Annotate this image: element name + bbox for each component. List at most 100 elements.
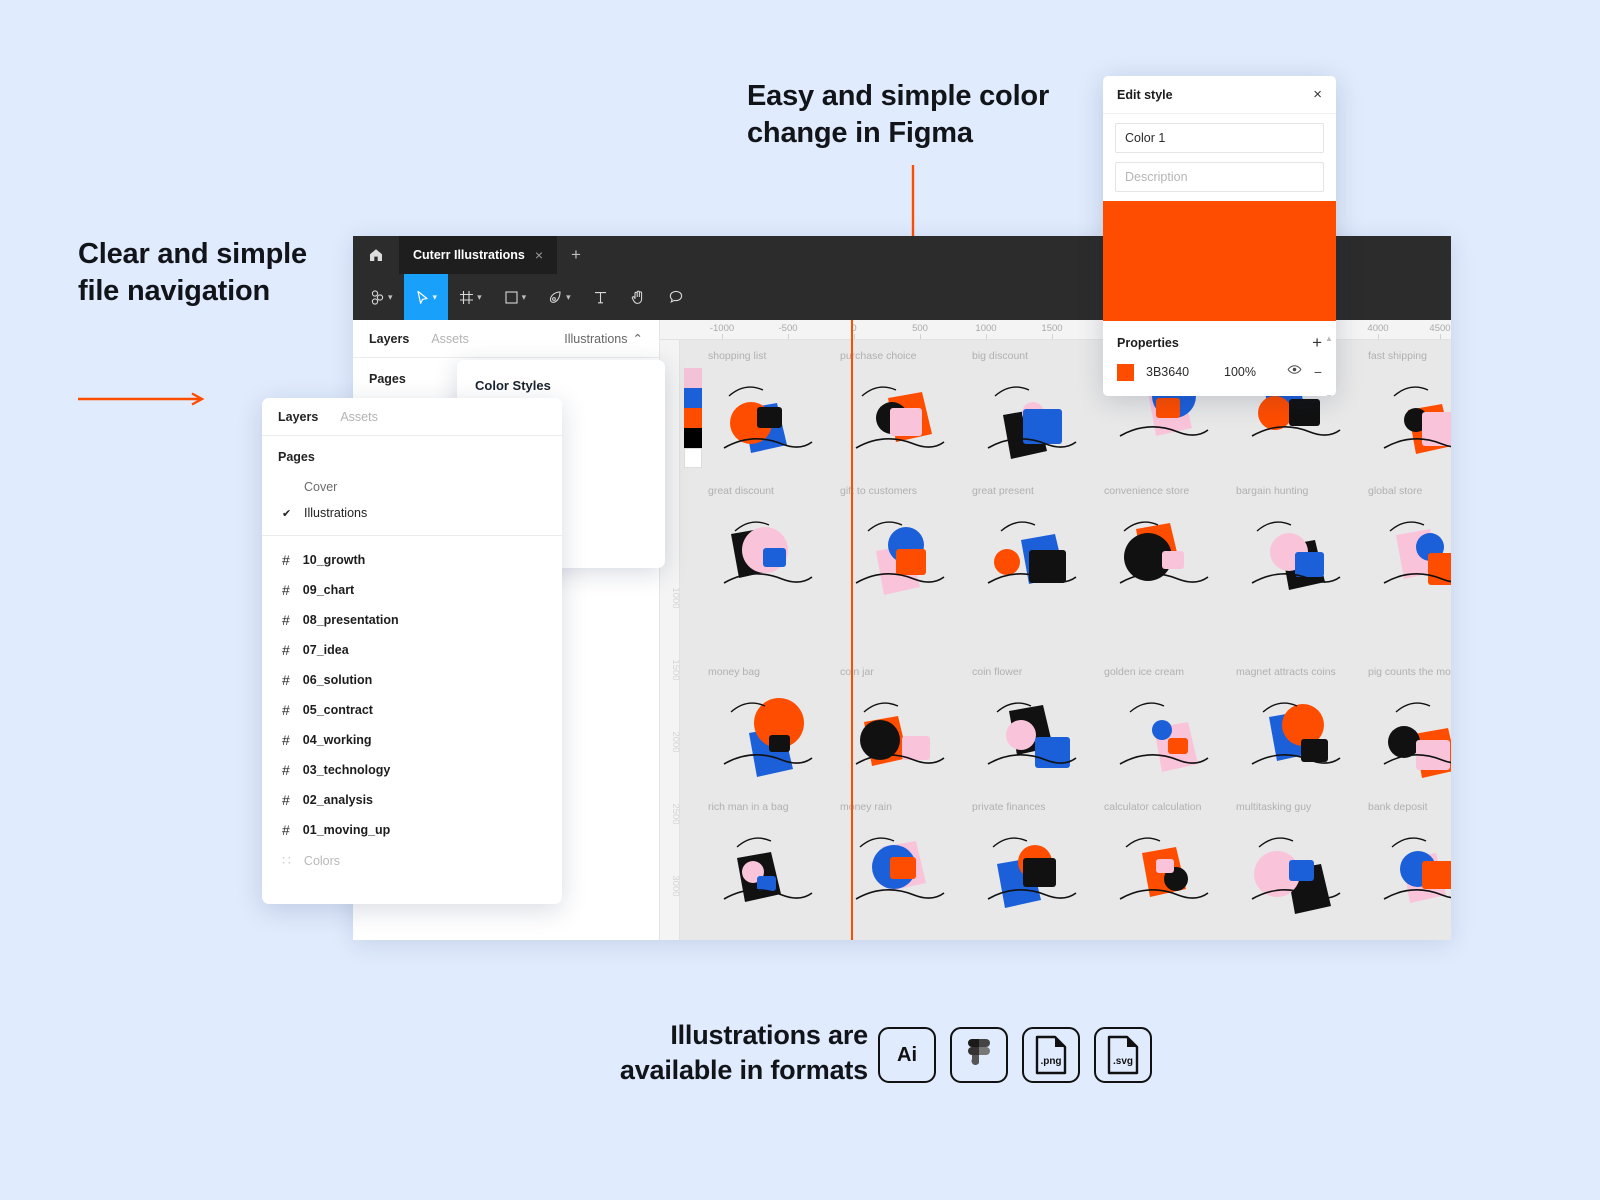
- hand-tool-icon[interactable]: [619, 274, 657, 320]
- illustration-cell[interactable]: rich man in a bag: [708, 801, 848, 917]
- canvas-color-swatch[interactable]: [684, 408, 702, 428]
- format-label: Ai: [897, 1043, 917, 1066]
- scroll-up-icon[interactable]: ▲: [1325, 334, 1333, 343]
- ruler-tick-label: 4000: [1367, 323, 1389, 334]
- figma-canvas[interactable]: -1000 -500 0 500 1000 1500 4000 4500 1000 1500 20…: [660, 320, 1451, 940]
- panel-tab-bar: Layers Assets Illustrations ⌃: [353, 320, 659, 358]
- move-tool-icon[interactable]: ▾: [403, 274, 449, 320]
- home-icon[interactable]: [353, 236, 399, 274]
- scroll-down-icon[interactable]: ▼: [1325, 393, 1333, 396]
- check-icon: ✔: [282, 507, 292, 520]
- illustration-cell[interactable]: private finances: [972, 801, 1112, 917]
- illustration-artwork: [708, 366, 826, 466]
- chevron-up-icon: ⌃: [632, 332, 643, 346]
- illustration-artwork: [708, 817, 826, 917]
- tab-assets[interactable]: Assets: [340, 410, 378, 424]
- illustration-artwork: [1368, 817, 1451, 917]
- page-selector[interactable]: Illustrations ⌃: [564, 331, 643, 347]
- illustration-artwork: [1368, 501, 1451, 601]
- illustration-label: bargain hunting: [1236, 485, 1309, 497]
- layer-row[interactable]: #10_growth: [262, 545, 562, 575]
- canvas-color-swatch[interactable]: [684, 448, 702, 468]
- illustration-cell[interactable]: magnet attracts coins: [1236, 666, 1376, 782]
- panel-scrollbar[interactable]: ▲ ▼: [1325, 334, 1333, 396]
- text-tool-icon[interactable]: [582, 274, 619, 320]
- illustration-cell[interactable]: multitasking guy: [1236, 801, 1376, 917]
- layer-row[interactable]: #02_analysis: [262, 785, 562, 815]
- shape-tool-icon[interactable]: ▾: [493, 274, 538, 320]
- eye-icon[interactable]: [1287, 362, 1302, 382]
- canvas-color-swatch[interactable]: [684, 428, 702, 448]
- property-hex[interactable]: 3B3640: [1146, 365, 1212, 379]
- illustration-cell[interactable]: calculator calculation: [1104, 801, 1244, 917]
- layer-row[interactable]: #09_chart: [262, 575, 562, 605]
- illustration-grid: shopping list purchase choice big discount…: [680, 340, 1451, 940]
- page-row[interactable]: ✔ Illustrations: [262, 500, 562, 526]
- illustration-cell[interactable]: global store: [1368, 485, 1451, 601]
- format-ai[interactable]: Ai: [878, 1027, 936, 1083]
- illustration-cell[interactable]: coin jar: [840, 666, 980, 782]
- layer-row[interactable]: #03_technology: [262, 755, 562, 785]
- illustration-cell[interactable]: money bag: [708, 666, 848, 782]
- layer-label: 05_contract: [302, 703, 373, 717]
- illustration-cell[interactable]: coin flower: [972, 666, 1112, 782]
- illustration-cell[interactable]: gift to customers: [840, 485, 980, 601]
- file-tab-label: Cuterr Illustrations: [413, 248, 525, 262]
- illustration-cell[interactable]: convenience store: [1104, 485, 1244, 601]
- layer-label: 09_chart: [302, 583, 355, 597]
- illustration-artwork: [972, 501, 1090, 601]
- illustration-cell[interactable]: purchase choice: [840, 350, 980, 466]
- chevron-down-icon: ▾: [521, 291, 527, 302]
- close-icon[interactable]: ×: [535, 247, 543, 263]
- layer-row[interactable]: #06_solution: [262, 665, 562, 695]
- format-figma[interactable]: [950, 1027, 1008, 1083]
- illustration-artwork: [1236, 682, 1354, 782]
- frame-tool-icon[interactable]: ▾: [448, 274, 493, 320]
- layer-row[interactable]: ∷ Colors: [262, 845, 562, 876]
- remove-property-button[interactable]: −: [1314, 364, 1322, 380]
- frame-icon: #: [282, 672, 290, 688]
- canvas-color-swatch[interactable]: [684, 368, 702, 388]
- format-svg[interactable]: .svg: [1094, 1027, 1152, 1083]
- property-swatch[interactable]: [1117, 363, 1134, 381]
- illustration-cell[interactable]: bargain hunting: [1236, 485, 1376, 601]
- illustration-cell[interactable]: great discount: [708, 485, 848, 601]
- layer-row[interactable]: #01_moving_up: [262, 815, 562, 845]
- layer-row[interactable]: #05_contract: [262, 695, 562, 725]
- layer-label: 01_moving_up: [302, 823, 391, 837]
- format-png[interactable]: .png: [1022, 1027, 1080, 1083]
- illustration-artwork: [840, 682, 958, 782]
- illustration-cell[interactable]: great present: [972, 485, 1112, 601]
- page-label: Illustrations: [304, 506, 368, 520]
- illustration-cell[interactable]: pig counts the mo: [1368, 666, 1451, 782]
- new-tab-button[interactable]: +: [557, 236, 595, 274]
- figma-menu-icon[interactable]: ▾: [359, 274, 404, 320]
- illustration-cell[interactable]: money rain: [840, 801, 980, 917]
- ruler-tick-label: 500: [912, 323, 928, 334]
- property-opacity[interactable]: 100%: [1224, 365, 1256, 379]
- layer-row[interactable]: #08_presentation: [262, 605, 562, 635]
- illustration-cell[interactable]: shopping list: [708, 350, 848, 466]
- comment-tool-icon[interactable]: [657, 274, 695, 320]
- page-row[interactable]: Cover: [262, 474, 562, 500]
- illustration-cell[interactable]: fast shipping: [1368, 350, 1451, 466]
- layer-row[interactable]: #07_idea: [262, 635, 562, 665]
- layer-row[interactable]: #04_working: [262, 725, 562, 755]
- illustration-cell[interactable]: big discount: [972, 350, 1112, 466]
- illustration-artwork: [972, 817, 1090, 917]
- illustration-cell[interactable]: bank deposit: [1368, 801, 1451, 917]
- frame-icon: #: [282, 612, 290, 628]
- file-tab[interactable]: Cuterr Illustrations ×: [399, 236, 558, 274]
- tab-layers[interactable]: Layers: [369, 332, 409, 346]
- tab-assets[interactable]: Assets: [431, 332, 469, 346]
- color-preview[interactable]: [1103, 201, 1336, 321]
- canvas-color-swatch[interactable]: [684, 388, 702, 408]
- illustration-artwork: [1236, 817, 1354, 917]
- tab-layers[interactable]: Layers: [278, 410, 318, 424]
- close-icon[interactable]: ×: [1313, 87, 1322, 102]
- pen-tool-icon[interactable]: ▾: [537, 274, 582, 320]
- style-name-input[interactable]: Color 1: [1115, 123, 1324, 153]
- add-property-button[interactable]: +: [1312, 334, 1322, 351]
- illustration-cell[interactable]: golden ice cream: [1104, 666, 1244, 782]
- style-description-input[interactable]: Description: [1115, 162, 1324, 192]
